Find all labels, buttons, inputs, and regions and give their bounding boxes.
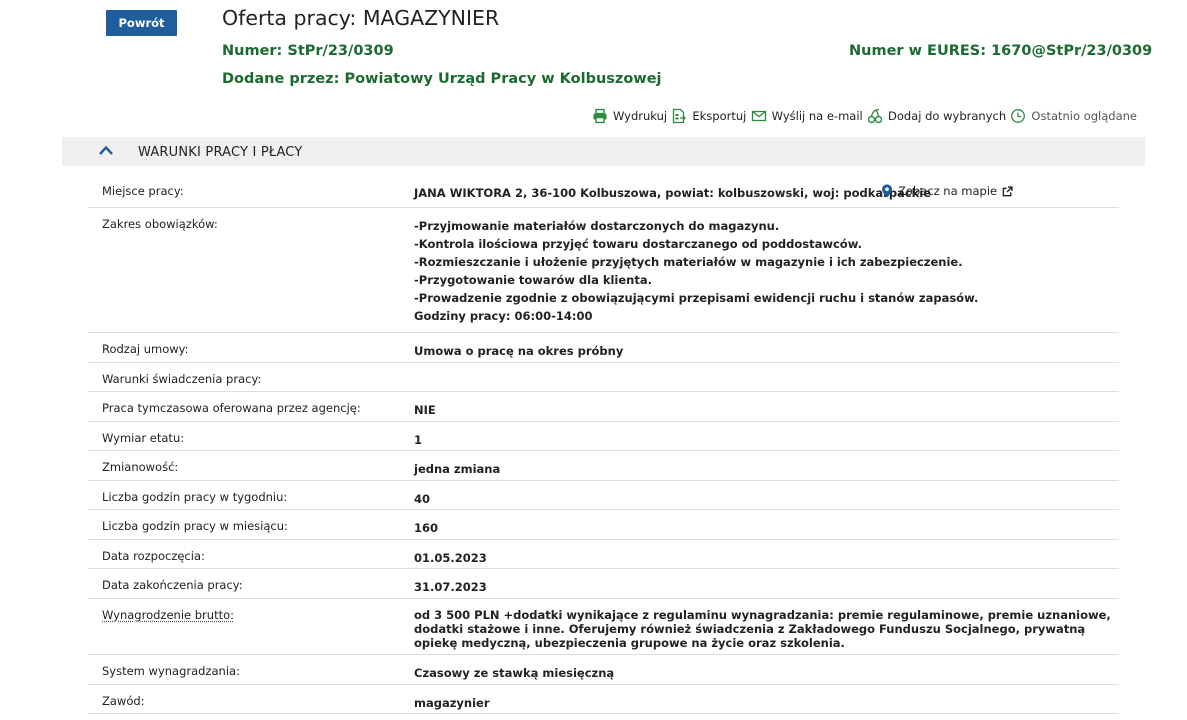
table-row-end: Data zakończenia pracy: 31.07.2023 [88,569,1119,599]
row-value: 31.07.2023 [414,580,487,594]
row-label: Zakres obowiązków: [102,217,218,231]
export-label: Eksportuj [692,109,747,123]
details-table: Miejsce pracy: JANA WIKTORA 2, 36-100 Ko… [88,175,1119,714]
section-title: WARUNKI PRACY I PŁACY [138,145,303,160]
table-row-shifts: Zmianowość: jedna zmiana [88,451,1119,481]
recent-button[interactable]: Ostatnio oglądane [1010,108,1137,124]
map-link-label: Zobacz na mapie [898,184,998,198]
row-label: System wynagradzania: [102,664,240,678]
row-label: Miejsce pracy: [102,184,184,198]
added-by: Dodane przez: Powiatowy Urząd Pracy w Ko… [222,71,662,87]
table-row-hours-week: Liczba godzin pracy w tygodniu: 40 [88,481,1119,510]
duty-line: -Rozmieszczanie i ułożenie przyjętych ma… [414,255,963,269]
recent-label: Ostatnio oglądane [1031,109,1137,123]
email-label: Wyślij na e-mail [771,109,863,123]
row-label: Zawód: [102,694,145,708]
table-row-temp: Praca tymczasowa oferowana przez agencję… [88,392,1119,422]
table-row-duties: Zakres obowiązków: -Przyjmowanie materia… [88,208,1119,333]
print-button[interactable]: Wydrukuj [592,108,667,124]
row-value: magazynier [414,696,490,710]
row-label: Warunki świadczenia pracy: [102,372,262,386]
table-row-salary: Wynagrodzenie brutto: od 3 500 PLN +doda… [88,599,1119,655]
external-link-icon [1002,185,1013,196]
section-header[interactable]: WARUNKI PRACY I PŁACY [62,137,1145,166]
eures-number: Numer w EURES: 1670@StPr/23/0309 [849,43,1153,59]
cherries-icon [867,108,883,124]
clock-icon [1011,109,1026,123]
row-value: 40 [414,492,431,506]
table-row-fte: Wymiar etatu: 1 [88,422,1119,451]
row-label: Rodzaj umowy: [102,342,189,356]
export-icon [673,108,687,124]
row-value: 01.05.2023 [414,551,487,565]
duty-line: Godziny pracy: 06:00-14:00 [414,309,593,323]
table-row-conditions: Warunki świadczenia pracy: [88,363,1119,392]
duty-line: -Prowadzenie zgodnie z obowiązującymi pr… [414,291,979,305]
row-label: Zmianowość: [102,460,179,474]
back-button[interactable]: Powrót [106,10,177,36]
table-row-occupation: Zawód: magazynier [88,685,1119,714]
row-label: Wymiar etatu: [102,431,185,445]
table-row-pay-system: System wynagradzania: Czasowy ze stawką … [88,655,1119,685]
row-value: Czasowy ze stawką miesięczną [414,666,615,680]
table-row-contract: Rodzaj umowy: Umowa o pracę na okres pró… [88,333,1119,363]
row-value: NIE [414,403,436,417]
table-row-start: Data rozpoczęcia: 01.05.2023 [88,540,1119,569]
offer-number: Numer: StPr/23/0309 [222,43,394,59]
email-button[interactable]: Wyślij na e-mail [751,108,863,124]
toolbar: Wydrukuj Eksportuj Wyślij na e-mail Doda… [592,107,1137,125]
table-row-hours-month: Liczba godzin pracy w miesiącu: 160 [88,510,1119,540]
row-value: jedna zmiana [414,462,501,476]
row-label: Data zakończenia pracy: [102,578,243,592]
map-pin-icon [882,184,892,198]
row-label: Praca tymczasowa oferowana przez agencję… [102,401,361,415]
export-button[interactable]: Eksportuj [671,108,746,124]
row-label: Data rozpoczęcia: [102,549,205,563]
page-title: Oferta pracy: MAGAZYNIER [222,6,500,30]
row-value: -Przyjmowanie materiałów dostarczonych d… [414,217,1104,325]
favorite-label: Dodaj do wybranych [888,109,1007,123]
chevron-up-icon[interactable] [98,144,114,156]
print-label: Wydrukuj [613,109,668,123]
duty-line: -Przygotowanie towarów dla klienta. [414,273,652,287]
salary-label[interactable]: Wynagrodzenie brutto: [102,608,234,622]
duty-line: -Przyjmowanie materiałów dostarczonych d… [414,219,780,233]
duty-line: -Kontrola ilościowa przyjęć towaru dosta… [414,237,862,251]
envelope-icon [751,110,766,122]
printer-icon [593,108,607,124]
table-row-place: Miejsce pracy: JANA WIKTORA 2, 36-100 Ko… [88,175,1119,208]
row-value: 160 [414,521,439,535]
row-value: 1 [414,433,423,447]
favorite-button[interactable]: Dodaj do wybranych [867,108,1006,124]
map-link[interactable]: Zobacz na mapie [881,184,1013,198]
row-value: od 3 500 PLN +dodatki wynikające z regul… [414,608,1111,650]
row-label: Liczba godzin pracy w tygodniu: [102,490,288,504]
row-value: Umowa o pracę na okres próbny [414,344,624,358]
row-label: Liczba godzin pracy w miesiącu: [102,519,288,533]
